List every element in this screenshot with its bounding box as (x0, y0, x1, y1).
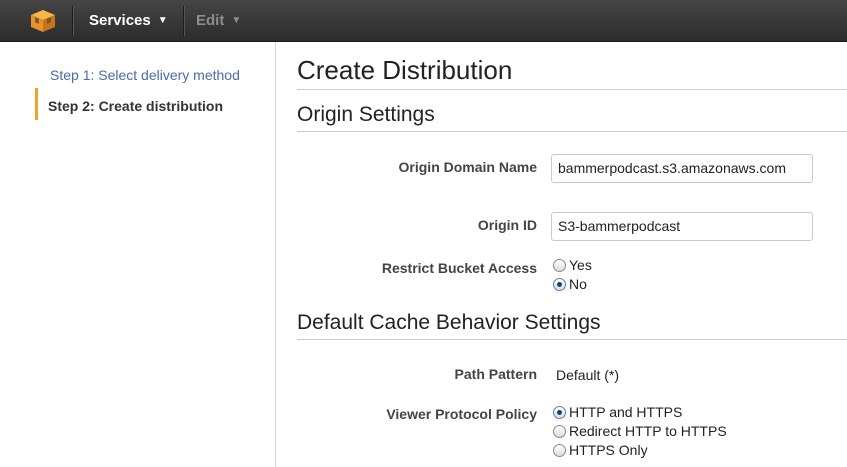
divider (297, 339, 847, 340)
page-title: Create Distribution (297, 55, 513, 85)
step-1-link[interactable]: Step 1: Select delivery method (50, 67, 240, 83)
chevron-down-icon: ▼ (157, 15, 168, 26)
menu-divider (72, 6, 73, 36)
wizard-steps-sidebar: Step 1: Select delivery method Step 2: C… (0, 42, 276, 467)
origin-domain-name-input[interactable]: bammerpodcast.s3.amazonaws.com (551, 154, 813, 183)
path-pattern-value: Default (*) (556, 367, 620, 383)
restrict-bucket-access-yes-option[interactable]: Yes (553, 256, 592, 274)
radio-button-selected[interactable] (553, 405, 566, 419)
restrict-bucket-access-no-option[interactable]: No (553, 275, 587, 293)
radio-label: HTTPS Only (569, 442, 648, 458)
divider (297, 131, 847, 132)
services-menu-label: Services (89, 12, 151, 29)
viewer-protocol-redirect-option[interactable]: Redirect HTTP to HTTPS (553, 422, 727, 440)
radio-button-selected[interactable] (553, 277, 566, 291)
divider (297, 89, 847, 90)
menu-divider (183, 6, 184, 36)
edit-menu-label: Edit (196, 12, 225, 29)
viewer-protocol-https-only-option[interactable]: HTTPS Only (553, 441, 648, 459)
radio-button[interactable] (553, 258, 566, 272)
path-pattern-label: Path Pattern (454, 366, 537, 382)
services-menu[interactable]: Services ▼ (89, 12, 168, 29)
origin-id-label: Origin ID (477, 217, 537, 233)
viewer-protocol-http-https-option[interactable]: HTTP and HTTPS (553, 403, 682, 421)
radio-label: Yes (569, 257, 592, 273)
radio-label: HTTP and HTTPS (569, 404, 683, 420)
radio-button[interactable] (553, 443, 566, 457)
chevron-down-icon: ▼ (231, 15, 242, 26)
default-cache-behavior-heading: Default Cache Behavior Settings (297, 311, 601, 334)
restrict-bucket-access-label: Restrict Bucket Access (381, 260, 537, 276)
step-2-current: Step 2: Create distribution (48, 98, 224, 114)
origin-id-input[interactable]: S3-bammerpodcast (551, 212, 813, 241)
main-content: Create Distribution Origin Settings Orig… (297, 42, 847, 467)
top-navigation-bar: Services ▼ Edit ▼ (0, 0, 847, 42)
origin-settings-heading: Origin Settings (297, 103, 435, 126)
active-step-marker (35, 88, 38, 120)
aws-cube-icon[interactable] (30, 9, 56, 33)
edit-menu[interactable]: Edit ▼ (196, 12, 241, 29)
radio-label: Redirect HTTP to HTTPS (569, 423, 727, 439)
origin-domain-name-label: Origin Domain Name (398, 159, 537, 175)
radio-label: No (569, 276, 587, 292)
viewer-protocol-policy-label: Viewer Protocol Policy (386, 406, 537, 422)
radio-button[interactable] (553, 424, 566, 438)
